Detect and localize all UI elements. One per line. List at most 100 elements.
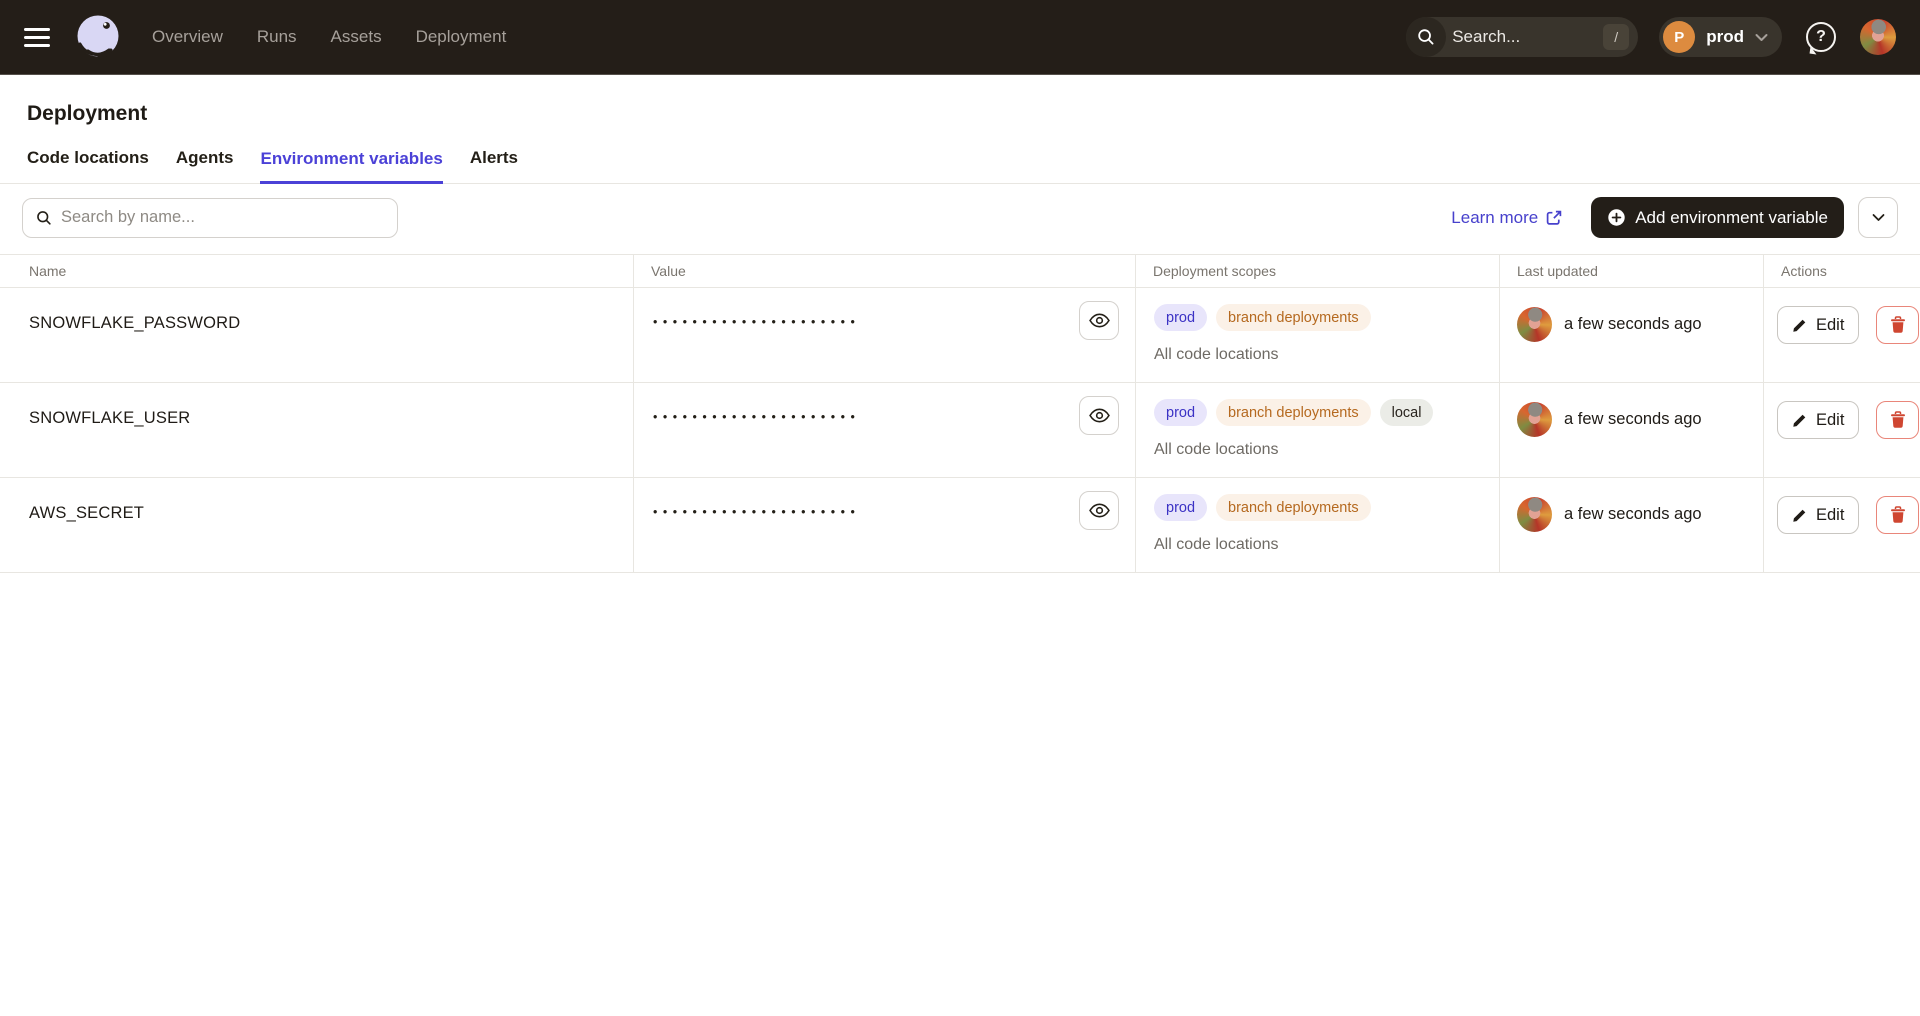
tab-agents[interactable]: Agents [176,148,234,183]
masked-value: ••••••••••••••••••••• [653,315,860,329]
tab-environment-variables[interactable]: Environment variables [260,148,442,184]
deployment-initial-badge: P [1663,21,1695,53]
filter-search[interactable] [22,198,398,238]
edit-button-label: Edit [1816,411,1844,430]
tab-alerts[interactable]: Alerts [470,148,518,183]
top-nav-bar: Overview Runs Assets Deployment / P prod… [0,0,1920,75]
pencil-icon [1792,413,1807,428]
masked-value: ••••••••••••••••••••• [653,505,860,519]
nav-item-overview[interactable]: Overview [152,27,223,47]
deployment-switcher-label: prod [1706,27,1744,47]
hamburger-menu-icon[interactable] [24,24,50,51]
environment-variables-table: Name Value Deployment scopes Last update… [0,254,1920,573]
actions-cell: Edit [1763,478,1920,572]
global-search[interactable]: / [1406,17,1638,57]
user-avatar[interactable] [1860,19,1896,55]
plus-circle-icon [1607,208,1626,227]
edit-button[interactable]: Edit [1777,306,1859,344]
nav-item-deployment[interactable]: Deployment [416,27,507,47]
last-updated-text: a few seconds ago [1564,307,1702,342]
env-var-toolbar: Learn more Add environment variable [0,197,1920,238]
help-button[interactable]: ? [1803,17,1839,57]
env-var-value-cell: ••••••••••••••••••••• [633,383,1135,477]
scope-badge-prod: prod [1154,304,1207,331]
scope-badge-branch: branch deployments [1216,494,1371,521]
reveal-value-button[interactable] [1079,301,1119,340]
actions-cell: Edit [1763,383,1920,477]
env-var-name: AWS_SECRET [0,478,633,572]
scope-badge-prod: prod [1154,399,1207,426]
learn-more-label: Learn more [1451,208,1538,228]
nav-item-assets[interactable]: Assets [331,27,382,47]
code-locations-label: All code locations [1154,441,1499,459]
column-header-name: Name [0,255,633,287]
toolbar-right: Learn more Add environment variable [1451,197,1898,238]
reveal-value-button[interactable] [1079,396,1119,435]
page-title: Deployment [27,102,1920,126]
eye-icon [1089,503,1110,518]
env-var-name: SNOWFLAKE_USER [0,383,633,477]
code-locations-label: All code locations [1154,346,1499,364]
chevron-down-icon [1872,213,1885,222]
dagster-logo[interactable] [70,9,126,65]
deployment-scopes-cell: prod branch deployments All code locatio… [1135,288,1499,382]
learn-more-link[interactable]: Learn more [1451,208,1562,228]
eye-icon [1089,408,1110,423]
env-var-name: SNOWFLAKE_PASSWORD [0,288,633,382]
top-nav-right: / P prod ? [1406,17,1896,57]
updater-avatar [1517,402,1552,437]
add-environment-variable-button[interactable]: Add environment variable [1591,197,1844,238]
deployment-tabs: Code locations Agents Environment variab… [0,148,1920,184]
column-header-scopes: Deployment scopes [1135,255,1499,287]
delete-button[interactable] [1876,401,1919,439]
scope-badge-branch: branch deployments [1216,304,1371,331]
delete-button[interactable] [1876,496,1919,534]
pencil-icon [1792,318,1807,333]
trash-icon [1890,411,1906,429]
last-updated-cell: a few seconds ago [1499,288,1763,382]
last-updated-cell: a few seconds ago [1499,478,1763,572]
scope-badge-branch: branch deployments [1216,399,1371,426]
trash-icon [1890,506,1906,524]
column-header-updated: Last updated [1499,255,1763,287]
updater-avatar [1517,497,1552,532]
table-row: SNOWFLAKE_PASSWORD •••••••••••••••••••••… [0,288,1920,383]
last-updated-text: a few seconds ago [1564,497,1702,532]
edit-button-label: Edit [1816,506,1844,525]
column-header-actions: Actions [1763,255,1920,287]
more-options-button[interactable] [1858,197,1898,238]
search-shortcut-badge: / [1603,24,1629,50]
octopus-logo-icon [71,10,125,64]
add-environment-variable-label: Add environment variable [1635,208,1828,228]
code-locations-label: All code locations [1154,536,1499,554]
global-search-input[interactable] [1446,27,1603,47]
scope-badge-local: local [1380,399,1434,426]
actions-cell: Edit [1763,288,1920,382]
reveal-value-button[interactable] [1079,491,1119,530]
trash-icon [1890,316,1906,334]
edit-button[interactable]: Edit [1777,496,1859,534]
last-updated-text: a few seconds ago [1564,402,1702,437]
deployment-switcher[interactable]: P prod [1659,17,1782,57]
search-icon [1406,17,1446,57]
scope-badge-prod: prod [1154,494,1207,521]
table-row: SNOWFLAKE_USER ••••••••••••••••••••• pro… [0,383,1920,478]
edit-button[interactable]: Edit [1777,401,1859,439]
env-var-value-cell: ••••••••••••••••••••• [633,288,1135,382]
table-row: AWS_SECRET ••••••••••••••••••••• prod br… [0,478,1920,573]
column-header-value: Value [633,255,1135,287]
chevron-down-icon [1755,33,1768,42]
deployment-scopes-cell: prod branch deployments All code locatio… [1135,478,1499,572]
masked-value: ••••••••••••••••••••• [653,410,860,424]
filter-search-input[interactable] [61,208,384,227]
env-var-value-cell: ••••••••••••••••••••• [633,478,1135,572]
main-navigation: Overview Runs Assets Deployment [152,27,506,47]
delete-button[interactable] [1876,306,1919,344]
nav-item-runs[interactable]: Runs [257,27,297,47]
edit-button-label: Edit [1816,316,1844,335]
table-header-row: Name Value Deployment scopes Last update… [0,254,1920,288]
updater-avatar [1517,307,1552,342]
tab-code-locations[interactable]: Code locations [27,148,149,183]
search-icon [36,210,52,226]
eye-icon [1089,313,1110,328]
